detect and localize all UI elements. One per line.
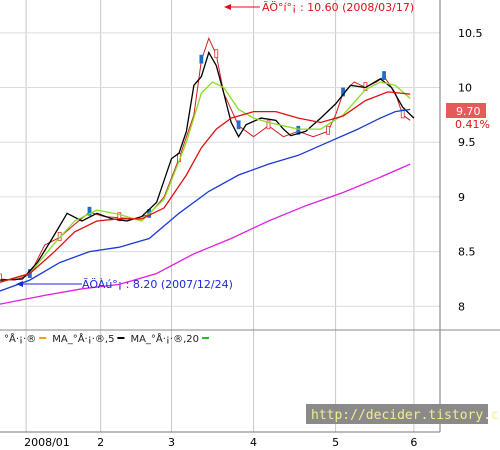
candle-mark	[236, 120, 241, 130]
candle-mark	[199, 54, 204, 64]
legend-label-0: °Å·¡·®	[4, 332, 36, 345]
legend-label-2: MA_°Å·¡·®,20	[130, 332, 199, 345]
y-tick-label: 8	[458, 300, 465, 313]
x-tick-label: 6	[410, 436, 417, 449]
x-tick-label: 3	[168, 436, 175, 449]
candle-mark	[0, 273, 2, 283]
x-tick-label: 5	[332, 436, 339, 449]
y-tick-label: 9.5	[458, 136, 476, 149]
y-tick-label: 10	[458, 82, 472, 95]
candle-mark	[382, 71, 386, 80]
x-tick-label: 2008/01	[24, 436, 70, 449]
y-tick-label: 10.5	[458, 27, 483, 40]
x-tick-label: 2	[97, 436, 104, 449]
legend: °Å·¡·® MA_°Å·¡·®,5 MA_°Å·¡·®,20	[4, 332, 210, 345]
y-tick-label: 8.5	[458, 246, 476, 259]
low-label: ÃÖÀú°¡ : 8.20 (2007/12/24)	[82, 278, 233, 291]
legend-label-1: MA_°Å·¡·®,5	[52, 332, 114, 345]
last-price-label: 9.70	[456, 105, 481, 118]
candle-mark	[326, 125, 331, 135]
change-percent: 0.41%	[455, 118, 490, 131]
chart-background	[0, 0, 500, 450]
watermark-text: http://decider.tistory.com	[311, 408, 500, 423]
candle-mark	[214, 49, 219, 59]
x-tick-label: 4	[250, 436, 257, 449]
stock-chart: 8 8.5 9 9.5 10 10.5 2008/01 2 3 4 5 6 ÃÖ°í°¡ : 10.…	[0, 0, 500, 450]
high-label: ÃÖ°í°¡ : 10.60 (2008/03/17)	[262, 1, 414, 14]
y-tick-label: 9	[458, 191, 465, 204]
